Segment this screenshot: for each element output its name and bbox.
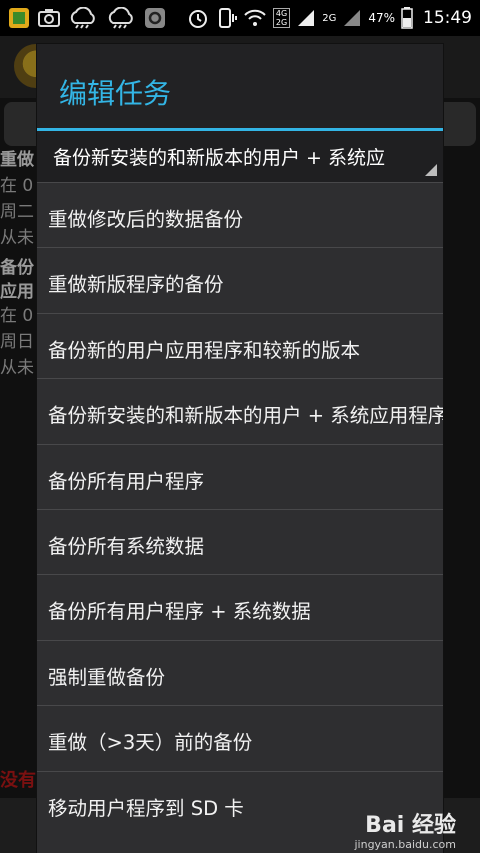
background-text: 备份 [0,258,34,278]
list-item-label: 重做新版程序的备份 [48,273,224,297]
list-item[interactable]: 强制重做备份 [37,639,443,705]
signal-icon [296,9,316,27]
battery-percent: 47% [368,11,395,25]
task-type-spinner[interactable]: 备份新安装的和新版本的用户 + 系统应 [37,131,443,182]
list-item-label: 强制重做备份 [48,665,166,689]
cloud-icon [106,7,136,29]
list-item-label: 移动用户程序到 SD 卡 [48,796,244,820]
screenshot-icon [38,8,60,28]
background-red-text: 没有 [0,770,36,791]
dialog-title: 编辑任务 [59,77,172,110]
baidu-watermark: Bai 经验 [365,807,456,839]
edit-task-dialog: 编辑任务 备份新安装的和新版本的用户 + 系统应 重做修改后的数据备份 重做新版… [37,44,443,853]
task-option-list: 重做修改后的数据备份 重做新版程序的备份 备份新的用户应用程序和较新的版本 备份… [37,182,443,836]
list-item[interactable]: 重做修改后的数据备份 [37,182,443,247]
spinner-selected-value: 备份新安装的和新版本的用户 + 系统应 [53,147,385,169]
status-bar: 4G 2G 2G 47% 15:49 [0,0,480,36]
background-text: 周二 [0,202,34,222]
watermark-main: Bai 经验 [365,813,456,838]
dropdown-arrow-icon [425,164,437,176]
wifi-icon [243,8,267,28]
background-text: 应用 [0,282,34,302]
vibrate-icon [215,7,237,29]
background-text: 重做 [0,150,34,170]
list-item[interactable]: 重做新版程序的备份 [37,247,443,312]
list-item-label: 备份新安装的和新版本的用户 + 系统应用程序 [48,404,443,428]
list-item-label: 备份所有用户程序 + 系统数据 [48,600,311,624]
background-text: 在 0 [0,306,34,326]
list-item-label: 备份所有用户程序 [48,469,205,493]
list-item-label: 备份新的用户应用程序和较新的版本 [48,338,361,362]
list-item[interactable]: 备份所有用户程序 + 系统数据 [37,574,443,639]
alarm-icon [187,7,209,29]
network-label: 4G [275,9,288,18]
list-item[interactable]: 备份新的用户应用程序和较新的版本 [37,312,443,378]
cloud-icon [68,7,98,29]
network-label: 2G [275,18,288,27]
network-2g-label: 2G [322,12,337,24]
list-item[interactable]: 重做（>3天）前的备份 [37,705,443,770]
network-4g-badge: 4G 2G [272,8,291,28]
background-text: 在 0 [0,176,34,196]
list-item[interactable]: 备份所有系统数据 [37,508,443,574]
background-text: 周日 [0,332,34,352]
list-item-label: 备份所有系统数据 [48,534,205,558]
watermark-sub: jingyan.baidu.com [354,838,456,851]
list-item[interactable]: 备份新安装的和新版本的用户 + 系统应用程序 [37,378,443,443]
list-item[interactable]: 备份所有用户程序 [37,443,443,509]
list-item-label: 重做（>3天）前的备份 [48,731,253,755]
dialog-title-bar: 编辑任务 [37,44,443,130]
list-item-label: 重做修改后的数据备份 [48,208,244,231]
background-text: 从未 [0,358,34,378]
signal-icon [342,9,362,27]
app-icon [8,7,30,29]
background-text: 从未 [0,228,34,248]
settings-icon [144,7,166,29]
clock: 15:49 [423,8,472,28]
battery-icon [401,7,413,29]
